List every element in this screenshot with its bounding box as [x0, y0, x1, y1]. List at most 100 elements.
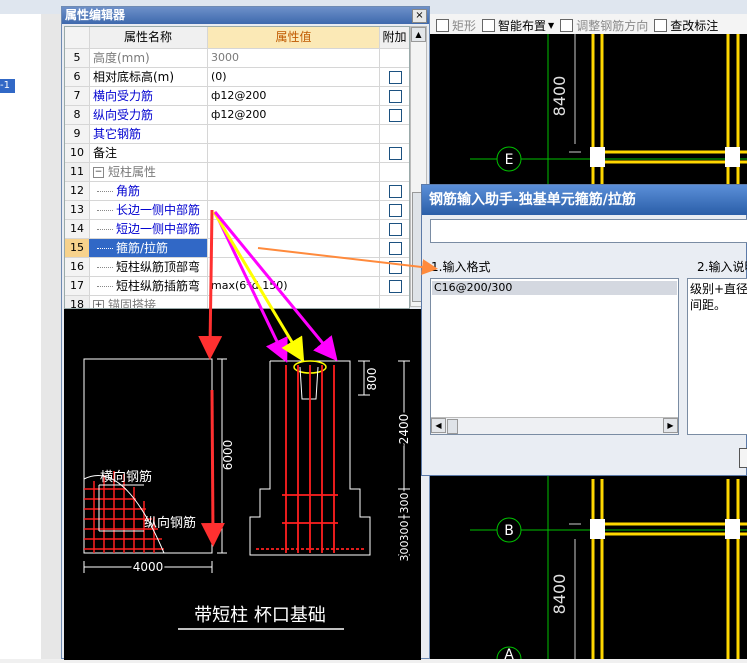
scroll-left-icon[interactable]: ◀ [431, 418, 446, 433]
cad-axis-e: E [505, 152, 514, 168]
row-number: 7 [65, 87, 90, 105]
table-row[interactable]: 16 短柱纵筋顶部弯 [65, 258, 409, 277]
format-list[interactable]: C16@200/300 ◀ ▶ [430, 278, 679, 435]
row-name: 角筋 [89, 182, 208, 200]
extra-checkbox[interactable] [389, 261, 402, 274]
row-value[interactable]: ф12@200 [208, 87, 380, 105]
row-name-text: 长边一侧中部筋 [116, 203, 201, 217]
table-row-selected[interactable]: 15 箍筋/拉筋 [65, 239, 409, 258]
extra-checkbox[interactable] [389, 71, 402, 84]
extra-checkbox[interactable] [389, 109, 402, 122]
row-number: 15 [65, 239, 90, 257]
property-grid-header: 属性名称 属性值 附加 [65, 27, 409, 49]
group-row-short-column[interactable]: 11 − 短柱属性 [65, 163, 409, 182]
row-name: 纵向受力筋 [89, 106, 208, 124]
table-row[interactable]: 10 备注 [65, 144, 409, 163]
rect-tool-button[interactable]: 矩形 [436, 17, 476, 34]
row-value[interactable]: ф12@200 [208, 106, 380, 124]
row-value[interactable] [208, 201, 380, 219]
row-value [208, 163, 380, 181]
extra-checkbox[interactable] [389, 280, 402, 293]
cad-axis-b: B [504, 523, 514, 539]
dim-800: 800 [365, 368, 379, 391]
collapse-icon[interactable]: − [93, 167, 104, 178]
row-name: 相对底标高(m) [89, 68, 208, 86]
row-name: 短柱纵筋插筋弯 [89, 277, 208, 295]
rebar-input-field[interactable] [430, 219, 747, 243]
row-number: 18 [65, 296, 90, 308]
row-number: 12 [65, 182, 90, 200]
cad-axis-a: A [504, 647, 514, 659]
smart-layout-icon [482, 18, 496, 32]
table-row[interactable]: 5 高度(mm) 3000 [65, 49, 409, 68]
row-value[interactable] [208, 220, 380, 238]
row-value[interactable]: 3000 [208, 49, 380, 67]
row-number: 13 [65, 201, 90, 219]
row-number: 8 [65, 106, 90, 124]
property-editor-title[interactable]: 属性编辑器 [62, 7, 429, 24]
dim-6000: 6000 [221, 440, 235, 471]
row-name: − 短柱属性 [89, 163, 208, 181]
format-label: 1.输入格式 [431, 260, 491, 274]
dim-300-a: 300 [398, 493, 411, 514]
extra-checkbox[interactable] [389, 223, 402, 236]
row-number: 14 [65, 220, 90, 238]
chevron-down-icon: ▼ [548, 20, 555, 30]
row-value[interactable]: max(6*d,150) [208, 277, 380, 295]
description-line: 间距。 [690, 298, 727, 312]
left-panel-divider [41, 14, 62, 659]
row-name: 备注 [89, 144, 208, 162]
cad-dim-8400-top: 8400 [550, 76, 569, 117]
table-row[interactable]: 14 短边一侧中部筋 [65, 220, 409, 239]
adjust-direction-label: 调整钢筋方向 [576, 18, 649, 33]
rebar-input-dialog: 钢筋输入助手-独基单元箍筋/拉筋 1.输入格式 2.输入说明 C16@200/3… [421, 184, 747, 476]
check-label-button[interactable]: 查改标注 [654, 17, 718, 34]
row-value[interactable]: (0) [208, 68, 380, 86]
group-row-anchor[interactable]: 18 + 锚固搭接 [65, 296, 409, 309]
smart-layout-button[interactable]: 智能布置 ▼ [482, 17, 554, 34]
close-icon[interactable]: × [412, 9, 427, 23]
row-extra [380, 49, 409, 67]
row-extra [380, 163, 409, 181]
table-row[interactable]: 13 长边一侧中部筋 [65, 201, 409, 220]
row-name: 长边一侧中部筋 [89, 201, 208, 219]
scroll-up-icon[interactable]: ▲ [411, 27, 426, 42]
scrollbar-thumb[interactable] [447, 419, 458, 434]
row-value[interactable] [208, 125, 380, 143]
row-name: 短柱纵筋顶部弯 [89, 258, 208, 276]
row-value[interactable] [208, 239, 380, 257]
rect-icon [436, 18, 449, 32]
scroll-right-icon[interactable]: ▶ [663, 418, 678, 433]
row-value[interactable] [208, 182, 380, 200]
list-item[interactable]: C16@200/300 [432, 281, 677, 295]
row-name-text: 短柱纵筋插筋弯 [116, 279, 201, 293]
table-row[interactable]: 8 纵向受力筋 ф12@200 [65, 106, 409, 125]
left-panel-selected-item[interactable]: -1 [0, 79, 15, 93]
row-number: 16 [65, 258, 90, 276]
extra-checkbox[interactable] [389, 242, 402, 255]
format-list-hscrollbar[interactable]: ◀ ▶ [431, 417, 678, 434]
row-name-text: 角筋 [116, 184, 141, 198]
row-value [208, 296, 380, 308]
dialog-button[interactable] [739, 448, 747, 468]
row-name-text: 短边一侧中部筋 [116, 222, 201, 236]
extra-checkbox[interactable] [389, 204, 402, 217]
table-row[interactable]: 12 角筋 [65, 182, 409, 201]
rect-tool-label: 矩形 [452, 18, 477, 33]
extra-checkbox[interactable] [389, 90, 402, 103]
adjust-direction-button[interactable]: 调整钢筋方向 [560, 17, 648, 34]
dialog-title[interactable]: 钢筋输入助手-独基单元箍筋/拉筋 [422, 185, 747, 215]
row-value[interactable] [208, 258, 380, 276]
row-name: 横向受力筋 [89, 87, 208, 105]
table-row[interactable]: 6 相对底标高(m) (0) [65, 68, 409, 87]
group-label: 锚固搭接 [108, 298, 157, 309]
expand-icon[interactable]: + [93, 300, 104, 308]
table-row[interactable]: 9 其它钢筋 [65, 125, 409, 144]
row-name-text: 短柱纵筋顶部弯 [116, 260, 201, 274]
table-row[interactable]: 17 短柱纵筋插筋弯 max(6*d,150) [65, 277, 409, 296]
group-label: 短柱属性 [108, 165, 157, 179]
extra-checkbox[interactable] [389, 147, 402, 160]
extra-checkbox[interactable] [389, 185, 402, 198]
row-value[interactable] [208, 144, 380, 162]
table-row[interactable]: 7 横向受力筋 ф12@200 [65, 87, 409, 106]
